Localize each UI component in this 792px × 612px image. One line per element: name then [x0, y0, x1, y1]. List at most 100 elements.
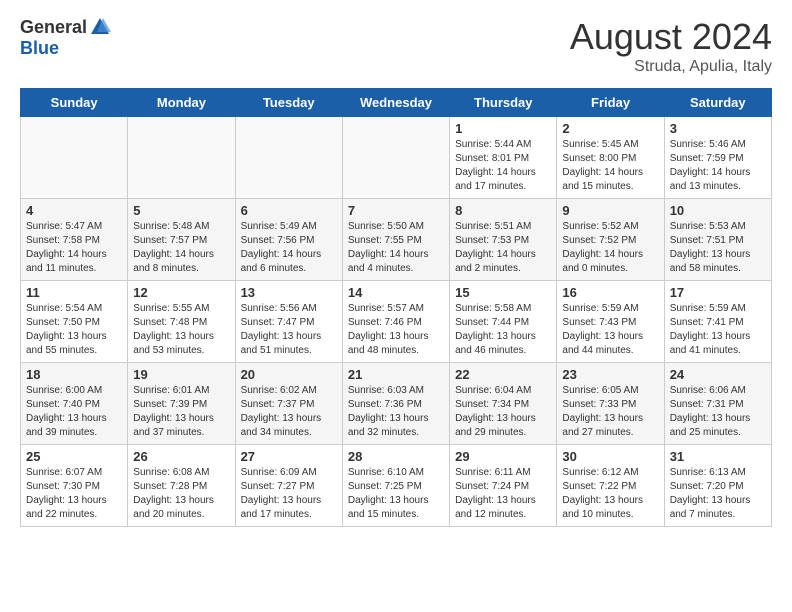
day-info: Sunrise: 5:49 AMSunset: 7:56 PMDaylight:… — [241, 220, 337, 276]
month-title: August 2024 — [570, 16, 772, 58]
day-info: Sunrise: 5:45 AMSunset: 8:00 PMDaylight:… — [562, 138, 658, 194]
day-number: 25 — [26, 449, 122, 464]
day-number: 7 — [348, 203, 444, 218]
day-number: 22 — [455, 367, 551, 382]
day-info: Sunrise: 5:48 AMSunset: 7:57 PMDaylight:… — [133, 220, 229, 276]
day-number: 18 — [26, 367, 122, 382]
day-info: Sunrise: 6:08 AMSunset: 7:28 PMDaylight:… — [133, 466, 229, 522]
day-info: Sunrise: 6:03 AMSunset: 7:36 PMDaylight:… — [348, 384, 444, 440]
day-info: Sunrise: 6:12 AMSunset: 7:22 PMDaylight:… — [562, 466, 658, 522]
calendar-cell-11: 11Sunrise: 5:54 AMSunset: 7:50 PMDayligh… — [21, 281, 128, 363]
day-info: Sunrise: 5:53 AMSunset: 7:51 PMDaylight:… — [670, 220, 766, 276]
calendar-table: SundayMondayTuesdayWednesdayThursdayFrid… — [20, 88, 772, 527]
day-number: 24 — [670, 367, 766, 382]
logo-icon — [89, 16, 111, 38]
calendar-cell-empty — [342, 117, 449, 199]
calendar-cell-10: 10 Sunrise: 5:53 AMSunset: 7:51 PMDayligh… — [664, 199, 771, 281]
day-number: 21 — [348, 367, 444, 382]
day-number: 31 — [670, 449, 766, 464]
day-info: Sunrise: 5:46 AMSunset: 7:59 PMDaylight:… — [670, 138, 766, 194]
calendar-cell-1: 1Sunrise: 5:44 AMSunset: 8:01 PMDaylight… — [450, 117, 557, 199]
weekday-header-tuesday: Tuesday — [235, 89, 342, 117]
day-number: 27 — [241, 449, 337, 464]
day-info: Sunrise: 6:01 AMSunset: 7:39 PMDaylight:… — [133, 384, 229, 440]
weekday-header-wednesday: Wednesday — [342, 89, 449, 117]
calendar-cell-5: 5 Sunrise: 5:48 AMSunset: 7:57 PMDaylight… — [128, 199, 235, 281]
calendar-cell-15: 15Sunrise: 5:58 AMSunset: 7:44 PMDayligh… — [450, 281, 557, 363]
weekday-header-row: SundayMondayTuesdayWednesdayThursdayFrid… — [21, 89, 772, 117]
weekday-header-thursday: Thursday — [450, 89, 557, 117]
title-area: August 2024 Struda, Apulia, Italy — [570, 16, 772, 76]
day-number: 16 — [562, 285, 658, 300]
calendar-cell-30: 30Sunrise: 6:12 AMSunset: 7:22 PMDayligh… — [557, 445, 664, 527]
calendar-cell-29: 29Sunrise: 6:11 AMSunset: 7:24 PMDayligh… — [450, 445, 557, 527]
calendar-cell-3: 3 Sunrise: 5:46 AMSunset: 7:59 PMDaylight… — [664, 117, 771, 199]
day-number: 9 — [562, 203, 658, 218]
weekday-header-monday: Monday — [128, 89, 235, 117]
calendar-cell-13: 13Sunrise: 5:56 AMSunset: 7:47 PMDayligh… — [235, 281, 342, 363]
calendar-cell-25: 25 Sunrise: 6:07 AMSunset: 7:30 PMDayligh… — [21, 445, 128, 527]
day-number: 17 — [670, 285, 766, 300]
day-info: Sunrise: 5:50 AMSunset: 7:55 PMDaylight:… — [348, 220, 444, 276]
day-info: Sunrise: 5:44 AMSunset: 8:01 PMDaylight:… — [455, 138, 551, 194]
day-number: 20 — [241, 367, 337, 382]
day-info: Sunrise: 6:00 AMSunset: 7:40 PMDaylight:… — [26, 384, 122, 440]
calendar-cell-empty — [235, 117, 342, 199]
day-number: 8 — [455, 203, 551, 218]
calendar-cell-2: 2 Sunrise: 5:45 AMSunset: 8:00 PMDaylight… — [557, 117, 664, 199]
logo-blue-text: Blue — [20, 38, 59, 59]
calendar-cell-8: 8Sunrise: 5:51 AMSunset: 7:53 PMDaylight… — [450, 199, 557, 281]
logo-general-text: General — [20, 17, 87, 38]
location-subtitle: Struda, Apulia, Italy — [570, 58, 772, 76]
calendar-week-row: 4Sunrise: 5:47 AMSunset: 7:58 PMDaylight… — [21, 199, 772, 281]
calendar-cell-7: 7 Sunrise: 5:50 AMSunset: 7:55 PMDaylight… — [342, 199, 449, 281]
calendar-cell-23: 23 Sunrise: 6:05 AMSunset: 7:33 PMDayligh… — [557, 363, 664, 445]
day-number: 3 — [670, 121, 766, 136]
day-info: Sunrise: 6:06 AMSunset: 7:31 PMDaylight:… — [670, 384, 766, 440]
calendar-cell-27: 27 Sunrise: 6:09 AMSunset: 7:27 PMDayligh… — [235, 445, 342, 527]
calendar-cell-31: 31 Sunrise: 6:13 AMSunset: 7:20 PMDayligh… — [664, 445, 771, 527]
day-number: 2 — [562, 121, 658, 136]
calendar-cell-26: 26Sunrise: 6:08 AMSunset: 7:28 PMDayligh… — [128, 445, 235, 527]
day-number: 5 — [133, 203, 229, 218]
calendar-cell-6: 6 Sunrise: 5:49 AMSunset: 7:56 PMDaylight… — [235, 199, 342, 281]
calendar-week-row: 11Sunrise: 5:54 AMSunset: 7:50 PMDayligh… — [21, 281, 772, 363]
day-info: Sunrise: 5:58 AMSunset: 7:44 PMDaylight:… — [455, 302, 551, 358]
calendar-cell-24: 24 Sunrise: 6:06 AMSunset: 7:31 PMDayligh… — [664, 363, 771, 445]
calendar-cell-17: 17 Sunrise: 5:59 AMSunset: 7:41 PMDayligh… — [664, 281, 771, 363]
calendar-week-row: 1Sunrise: 5:44 AMSunset: 8:01 PMDaylight… — [21, 117, 772, 199]
day-info: Sunrise: 6:13 AMSunset: 7:20 PMDaylight:… — [670, 466, 766, 522]
calendar-week-row: 25 Sunrise: 6:07 AMSunset: 7:30 PMDayligh… — [21, 445, 772, 527]
weekday-header-sunday: Sunday — [21, 89, 128, 117]
day-info: Sunrise: 5:47 AMSunset: 7:58 PMDaylight:… — [26, 220, 122, 276]
day-info: Sunrise: 5:55 AMSunset: 7:48 PMDaylight:… — [133, 302, 229, 358]
weekday-header-saturday: Saturday — [664, 89, 771, 117]
calendar-cell-4: 4Sunrise: 5:47 AMSunset: 7:58 PMDaylight… — [21, 199, 128, 281]
day-number: 28 — [348, 449, 444, 464]
weekday-header-friday: Friday — [557, 89, 664, 117]
calendar-cell-22: 22Sunrise: 6:04 AMSunset: 7:34 PMDayligh… — [450, 363, 557, 445]
calendar-cell-18: 18 Sunrise: 6:00 AMSunset: 7:40 PMDayligh… — [21, 363, 128, 445]
day-info: Sunrise: 5:59 AMSunset: 7:41 PMDaylight:… — [670, 302, 766, 358]
day-number: 6 — [241, 203, 337, 218]
calendar-cell-21: 21 Sunrise: 6:03 AMSunset: 7:36 PMDayligh… — [342, 363, 449, 445]
day-number: 23 — [562, 367, 658, 382]
calendar-cell-empty — [21, 117, 128, 199]
calendar-cell-19: 19 Sunrise: 6:01 AMSunset: 7:39 PMDayligh… — [128, 363, 235, 445]
day-number: 19 — [133, 367, 229, 382]
logo: General Blue — [20, 16, 111, 59]
day-info: Sunrise: 6:07 AMSunset: 7:30 PMDaylight:… — [26, 466, 122, 522]
day-number: 14 — [348, 285, 444, 300]
page-header: General Blue August 2024 Struda, Apulia,… — [20, 16, 772, 76]
day-number: 13 — [241, 285, 337, 300]
day-number: 10 — [670, 203, 766, 218]
calendar-cell-20: 20 Sunrise: 6:02 AMSunset: 7:37 PMDayligh… — [235, 363, 342, 445]
day-info: Sunrise: 6:09 AMSunset: 7:27 PMDaylight:… — [241, 466, 337, 522]
page-container: General Blue August 2024 Struda, Apulia,… — [0, 0, 792, 543]
day-info: Sunrise: 6:05 AMSunset: 7:33 PMDaylight:… — [562, 384, 658, 440]
day-info: Sunrise: 6:10 AMSunset: 7:25 PMDaylight:… — [348, 466, 444, 522]
day-info: Sunrise: 5:57 AMSunset: 7:46 PMDaylight:… — [348, 302, 444, 358]
day-info: Sunrise: 6:02 AMSunset: 7:37 PMDaylight:… — [241, 384, 337, 440]
day-info: Sunrise: 5:52 AMSunset: 7:52 PMDaylight:… — [562, 220, 658, 276]
day-info: Sunrise: 6:11 AMSunset: 7:24 PMDaylight:… — [455, 466, 551, 522]
